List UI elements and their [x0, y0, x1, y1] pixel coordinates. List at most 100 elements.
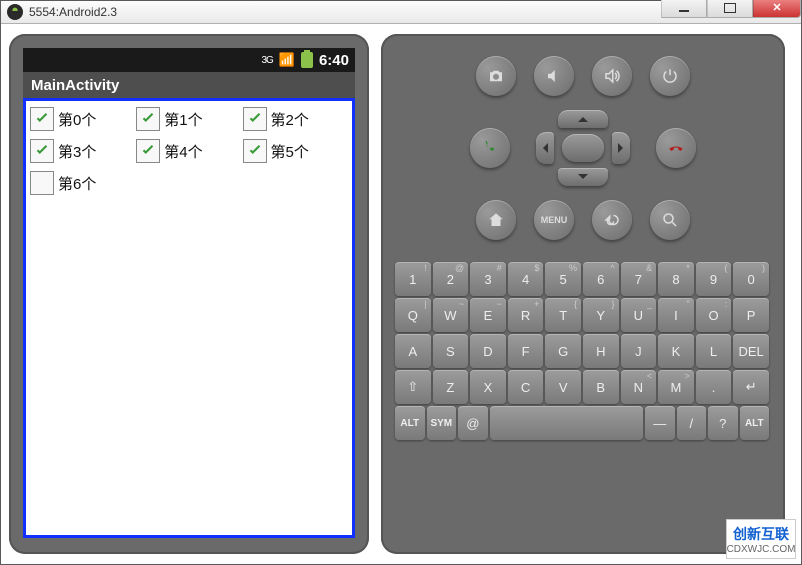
key-L[interactable]: L: [696, 334, 732, 368]
clock: 6:40: [319, 52, 349, 69]
key-4[interactable]: $4: [508, 262, 544, 296]
device-skin-screen: 3G 📶 6:40 MainActivity 第0个第1个第2个第3个第4个第5…: [9, 34, 369, 554]
maximize-button[interactable]: [707, 0, 753, 18]
dpad-down[interactable]: [558, 168, 608, 186]
call-button[interactable]: [470, 128, 510, 168]
checkbox[interactable]: [243, 107, 267, 131]
key-ALT[interactable]: ALT: [740, 406, 770, 440]
key-X[interactable]: X: [470, 370, 506, 404]
list-item[interactable]: 第3个: [28, 135, 134, 167]
device-screen: 3G 📶 6:40 MainActivity 第0个第1个第2个第3个第4个第5…: [23, 48, 355, 538]
key-—[interactable]: —: [645, 406, 675, 440]
key-F[interactable]: F: [508, 334, 544, 368]
key-?[interactable]: ?: [708, 406, 738, 440]
key-W[interactable]: ~W: [433, 298, 469, 332]
hw-row-bottom: MENU: [476, 200, 690, 240]
list-item[interactable]: 第0个: [28, 103, 134, 135]
item-label: 第4个: [164, 141, 202, 162]
checkbox-grid: 第0个 第1个 第2个第3个 第4个 第5个第6个: [23, 98, 355, 538]
hardware-keyboard: !1@2#3$4%5^6&7*8(9)0 |Q~W−E+R{T}Y_U"I:OP A…: [395, 262, 769, 440]
key-5[interactable]: %5: [545, 262, 581, 296]
item-label: 第2个: [271, 109, 309, 130]
list-item[interactable]: 第1个: [134, 103, 240, 135]
key-SYM[interactable]: SYM: [427, 406, 457, 440]
item-label: 第5个: [271, 141, 309, 162]
key-/[interactable]: /: [677, 406, 707, 440]
hardware-buttons: MENU: [395, 48, 771, 240]
key-K[interactable]: K: [658, 334, 694, 368]
key-V[interactable]: V: [545, 370, 581, 404]
key-7[interactable]: &7: [621, 262, 657, 296]
key-I[interactable]: "I: [658, 298, 694, 332]
checkbox[interactable]: [30, 171, 54, 195]
back-button[interactable]: [592, 200, 632, 240]
key-D[interactable]: D: [470, 334, 506, 368]
search-button[interactable]: [650, 200, 690, 240]
dpad-up[interactable]: [558, 110, 608, 128]
end-call-button[interactable]: [656, 128, 696, 168]
key-P[interactable]: P: [733, 298, 769, 332]
minimize-button[interactable]: [661, 0, 707, 18]
key-DEL[interactable]: DEL: [733, 334, 769, 368]
key-2[interactable]: @2: [433, 262, 469, 296]
power-button[interactable]: [650, 56, 690, 96]
key-↵[interactable]: ↵: [733, 370, 769, 404]
signal-icon: 📶: [279, 52, 295, 68]
key-space[interactable]: [490, 406, 643, 440]
key-.[interactable]: .: [696, 370, 732, 404]
dpad-right[interactable]: [612, 132, 630, 164]
checkbox[interactable]: [30, 139, 54, 163]
key-⇧[interactable]: ⇧: [395, 370, 431, 404]
key-Q[interactable]: |Q: [395, 298, 431, 332]
checkbox[interactable]: [30, 107, 54, 131]
home-button[interactable]: [476, 200, 516, 240]
checkbox[interactable]: [136, 107, 160, 131]
key-0[interactable]: )0: [733, 262, 769, 296]
key-1[interactable]: !1: [395, 262, 431, 296]
key-6[interactable]: ^6: [583, 262, 619, 296]
key-Y[interactable]: }Y: [583, 298, 619, 332]
emulator-window: 5554:Android2.3 3G 📶 6:40 MainActivity 第…: [0, 0, 802, 565]
key-E[interactable]: −E: [470, 298, 506, 332]
key-S[interactable]: S: [433, 334, 469, 368]
key-U[interactable]: _U: [621, 298, 657, 332]
item-label: 第3个: [58, 141, 96, 162]
window-title: 5554:Android2.3: [29, 5, 661, 19]
key-Z[interactable]: Z: [433, 370, 469, 404]
key-C[interactable]: C: [508, 370, 544, 404]
item-label: 第6个: [58, 173, 96, 194]
menu-button[interactable]: MENU: [534, 200, 574, 240]
key-O[interactable]: :O: [696, 298, 732, 332]
key-9[interactable]: (9: [696, 262, 732, 296]
key-A[interactable]: A: [395, 334, 431, 368]
key-R[interactable]: +R: [508, 298, 544, 332]
close-button[interactable]: [753, 0, 801, 18]
key-T[interactable]: {T: [545, 298, 581, 332]
network-icon: 3G: [261, 55, 272, 66]
dpad-left[interactable]: [536, 132, 554, 164]
key-ALT[interactable]: ALT: [395, 406, 425, 440]
key-N[interactable]: <N: [621, 370, 657, 404]
list-item[interactable]: 第6个: [28, 167, 134, 199]
watermark: 创新互联 CDXWJC.COM: [726, 519, 796, 559]
list-item[interactable]: 第2个: [241, 103, 347, 135]
key-B[interactable]: B: [583, 370, 619, 404]
checkbox[interactable]: [136, 139, 160, 163]
key-J[interactable]: J: [621, 334, 657, 368]
window-titlebar[interactable]: 5554:Android2.3: [1, 1, 801, 24]
key-H[interactable]: H: [583, 334, 619, 368]
list-item[interactable]: 第5个: [241, 135, 347, 167]
checkbox[interactable]: [243, 139, 267, 163]
item-label: 第0个: [58, 109, 96, 130]
key-@[interactable]: @: [458, 406, 488, 440]
dpad-center[interactable]: [562, 134, 604, 162]
volume-up-button[interactable]: [592, 56, 632, 96]
volume-down-button[interactable]: [534, 56, 574, 96]
list-item[interactable]: 第4个: [134, 135, 240, 167]
device-skin-controls: MENU !1@2#3$4%5^6&7*8(9)0 |Q~W−E+R{T}Y_U"…: [381, 34, 785, 554]
key-G[interactable]: G: [545, 334, 581, 368]
key-3[interactable]: #3: [470, 262, 506, 296]
camera-button[interactable]: [476, 56, 516, 96]
key-M[interactable]: >M: [658, 370, 694, 404]
key-8[interactable]: *8: [658, 262, 694, 296]
